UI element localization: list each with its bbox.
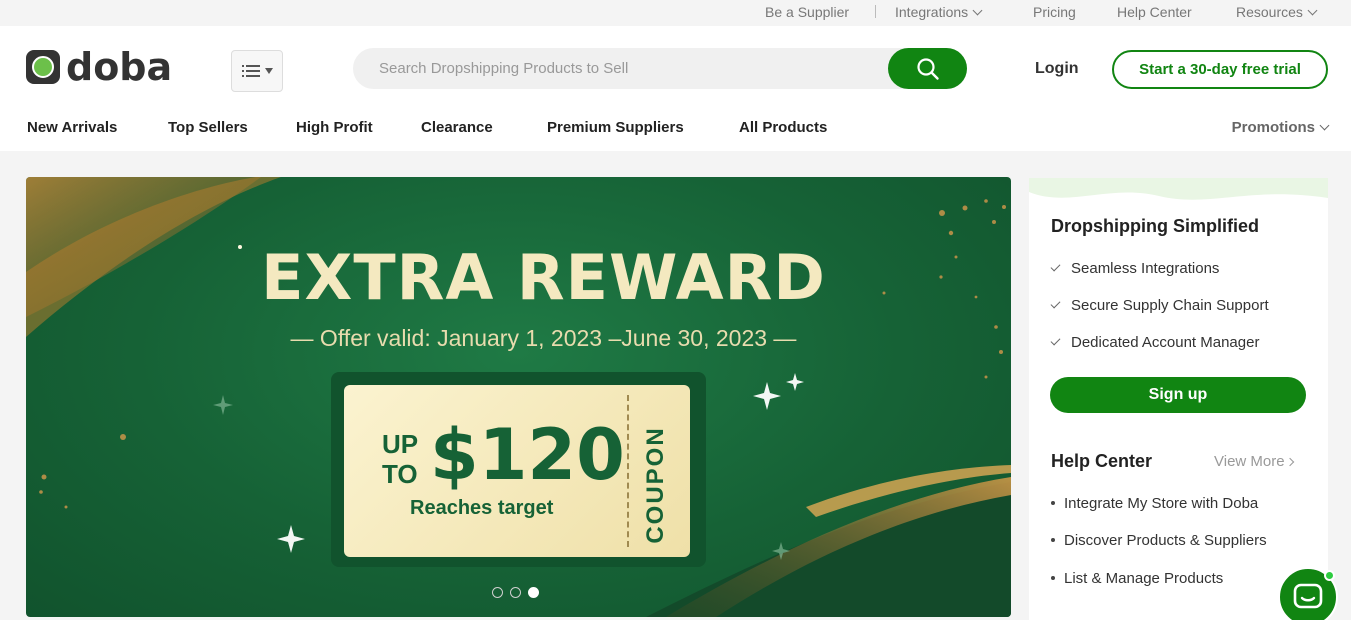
chat-widget-button[interactable] bbox=[1278, 567, 1338, 620]
carousel-dot[interactable] bbox=[510, 587, 521, 598]
help-link[interactable]: List & Manage Products bbox=[1051, 570, 1223, 587]
help-link[interactable]: Discover Products & Suppliers bbox=[1051, 532, 1267, 549]
feature-item: Dedicated Account Manager bbox=[1050, 334, 1260, 351]
feature-label: Seamless Integrations bbox=[1071, 260, 1220, 277]
help-link-label: Discover Products & Suppliers bbox=[1064, 532, 1267, 549]
panel-header-wave bbox=[1029, 178, 1328, 204]
logo-text: doba bbox=[66, 45, 173, 89]
promo-banner[interactable]: EXTRA REWARD — Offer valid: January 1, 2… bbox=[26, 177, 1011, 617]
main-nav: New Arrivals Top Sellers High Profit Cle… bbox=[0, 117, 1351, 141]
chevron-down-icon bbox=[972, 5, 983, 16]
coupon-up: UP bbox=[382, 429, 419, 459]
help-link-label: Integrate My Store with Doba bbox=[1064, 495, 1259, 512]
nav-promotions-menu[interactable]: Promotions bbox=[1231, 119, 1330, 136]
search-bar bbox=[353, 48, 967, 89]
feature-item: Secure Supply Chain Support bbox=[1050, 297, 1269, 314]
banner-subtitle: — Offer valid: January 1, 2023 –June 30,… bbox=[290, 325, 797, 351]
check-icon bbox=[1050, 261, 1061, 272]
caret-down-icon bbox=[264, 68, 273, 74]
feature-item: Seamless Integrations bbox=[1050, 260, 1220, 277]
help-center-title: Help Center bbox=[1051, 451, 1153, 471]
nav-high-profit[interactable]: High Profit bbox=[296, 119, 373, 136]
doba-logo[interactable]: doba bbox=[26, 45, 173, 89]
integrations-label: Integrations bbox=[895, 4, 969, 20]
carousel-dot[interactable] bbox=[492, 587, 503, 598]
sign-up-button[interactable]: Sign up bbox=[1050, 377, 1306, 413]
chat-icon bbox=[1293, 583, 1323, 609]
coupon-perforation bbox=[627, 395, 629, 547]
carousel-dot-active[interactable] bbox=[528, 587, 539, 598]
carousel-dots bbox=[492, 587, 539, 598]
coupon-up-to: UP TO bbox=[382, 429, 418, 489]
bullet-icon bbox=[1051, 576, 1055, 580]
categories-menu-button[interactable] bbox=[231, 50, 283, 92]
side-panel: Dropshipping Simplified Seamless Integra… bbox=[1029, 178, 1328, 620]
search-button[interactable] bbox=[888, 48, 967, 89]
promotions-label: Promotions bbox=[1231, 119, 1315, 136]
online-status-dot bbox=[1324, 570, 1335, 581]
coupon-to: TO bbox=[382, 459, 418, 489]
chevron-down-icon bbox=[1307, 5, 1318, 16]
banner-title: EXTRA REWARD bbox=[261, 241, 826, 314]
panel-title: Dropshipping Simplified bbox=[1051, 216, 1259, 236]
resources-label: Resources bbox=[1236, 4, 1303, 20]
feature-label: Secure Supply Chain Support bbox=[1071, 297, 1269, 314]
site-header: doba Login Start a 30-day free trial New… bbox=[0, 26, 1351, 151]
chevron-down-icon bbox=[1319, 120, 1330, 131]
utility-bar: Be a Supplier Integrations Pricing Help … bbox=[0, 0, 1351, 26]
check-icon bbox=[1050, 335, 1061, 346]
view-more-link[interactable]: View More bbox=[1214, 453, 1294, 470]
feature-label: Dedicated Account Manager bbox=[1071, 334, 1260, 351]
nav-all-products[interactable]: All Products bbox=[739, 119, 827, 136]
coupon-target: Reaches target bbox=[410, 497, 554, 519]
help-center-link[interactable]: Help Center bbox=[1117, 4, 1192, 20]
nav-clearance[interactable]: Clearance bbox=[421, 119, 493, 136]
pricing-link[interactable]: Pricing bbox=[1033, 4, 1076, 20]
logo-mark-icon bbox=[26, 50, 60, 84]
coupon-card: UP TO $120 Reaches target COUPON bbox=[344, 385, 690, 557]
integrations-menu[interactable]: Integrations bbox=[895, 4, 983, 20]
chevron-right-icon bbox=[1285, 457, 1294, 467]
login-link[interactable]: Login bbox=[1035, 60, 1079, 78]
resources-menu[interactable]: Resources bbox=[1236, 4, 1318, 20]
help-link[interactable]: Integrate My Store with Doba bbox=[1051, 495, 1258, 512]
bullet-icon bbox=[1051, 501, 1055, 505]
view-more-label: View More bbox=[1214, 453, 1285, 470]
help-link-label: List & Manage Products bbox=[1064, 570, 1224, 587]
search-icon bbox=[916, 57, 939, 80]
nav-top-sellers[interactable]: Top Sellers bbox=[168, 119, 248, 136]
list-icon bbox=[241, 64, 260, 78]
check-icon bbox=[1050, 298, 1061, 309]
utility-divider bbox=[875, 5, 876, 18]
bullet-icon bbox=[1051, 538, 1055, 542]
be-a-supplier-link[interactable]: Be a Supplier bbox=[765, 4, 849, 20]
nav-premium-suppliers[interactable]: Premium Suppliers bbox=[547, 119, 684, 136]
coupon-amount: $120 bbox=[430, 414, 625, 496]
nav-new-arrivals[interactable]: New Arrivals bbox=[27, 119, 117, 136]
free-trial-button[interactable]: Start a 30-day free trial bbox=[1112, 50, 1328, 89]
search-input[interactable] bbox=[379, 48, 879, 89]
coupon-label: COUPON bbox=[642, 426, 669, 544]
